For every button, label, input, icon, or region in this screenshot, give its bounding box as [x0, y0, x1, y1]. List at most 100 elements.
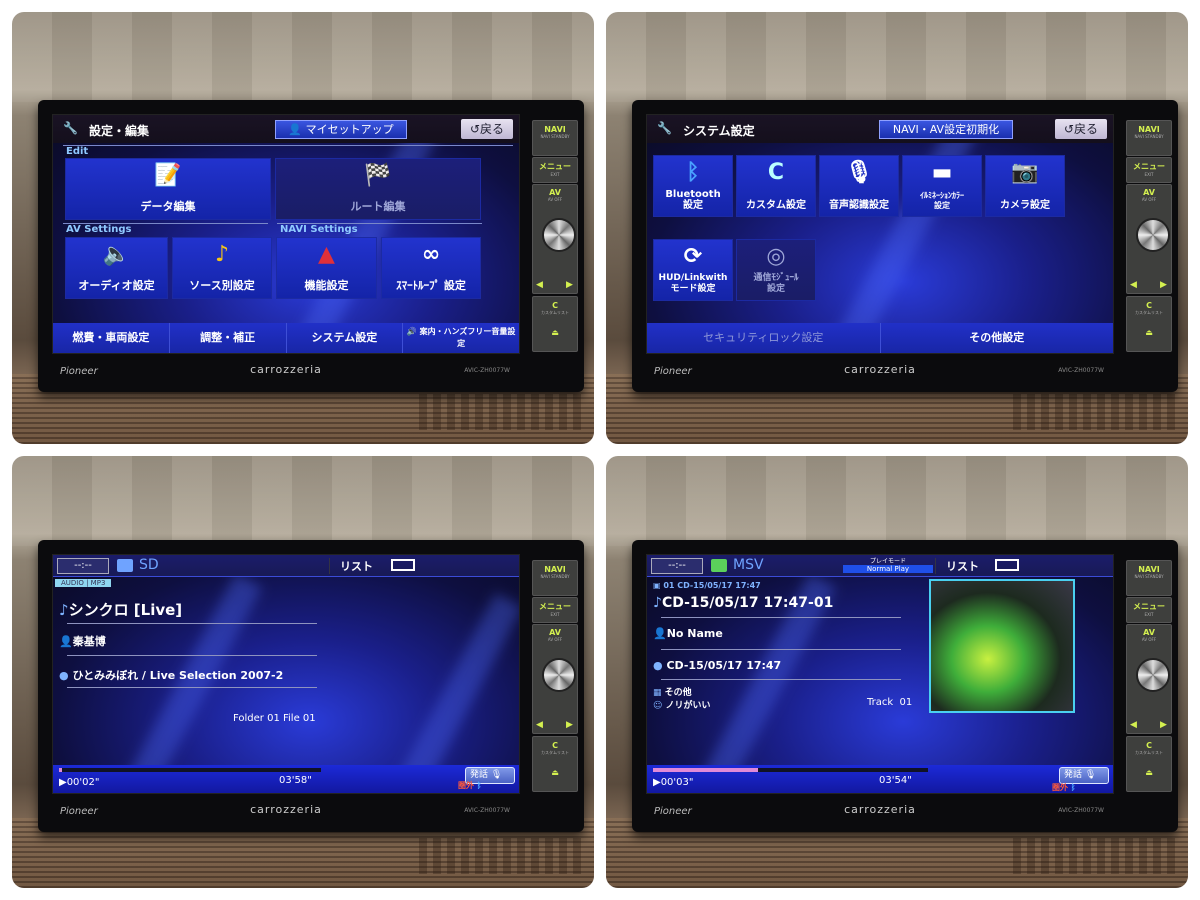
menu-system-settings[interactable]: システム設定	[287, 323, 404, 353]
section-edit: Edit	[63, 145, 513, 157]
screen-sd-playback: --:-- SD リスト AUDIO | MP3 ♪シンクロ [Live] 👤秦…	[52, 554, 520, 794]
menu-button[interactable]: メニュー EXIT	[1126, 157, 1172, 183]
eject-icon[interactable]: ⏏	[533, 768, 577, 777]
tile-function-settings[interactable]: ▲ 機能設定	[276, 237, 377, 299]
notepad-pen-icon: 📝	[154, 163, 182, 188]
screen-msv-playback: --:-- MSV プレイモード Normal Play リスト ▣ 01 CD…	[646, 554, 1114, 794]
custom-c-button[interactable]: C カスタムリスト ⏏	[532, 736, 578, 792]
eject-icon[interactable]: ⏏	[533, 328, 577, 337]
tile-route-edit[interactable]: 🏁 ルート編集	[275, 158, 481, 220]
navi-button[interactable]: NAVI NAVI STANDBY	[532, 120, 578, 156]
navi-button[interactable]: NAVI NAVI STANDBY	[1126, 120, 1172, 156]
list-button[interactable]: リスト	[329, 558, 373, 574]
model-number: AVIC-ZH0077W	[464, 807, 510, 814]
playback-bar: ▶00'02" 03'58" 発話 🎙	[53, 765, 519, 793]
tile-voice-recognition[interactable]: 🎙 音声認識設定	[819, 155, 899, 217]
play-mode-button[interactable]: プレイモード Normal Play	[843, 556, 933, 573]
brand-carrozzeria: carrozzeria	[844, 803, 916, 816]
tile-audio-settings[interactable]: 🔈 オーディオ設定	[65, 237, 168, 299]
menu-fuel-vehicle[interactable]: 燃費・車両設定	[53, 323, 170, 353]
decorative-stamp	[419, 394, 584, 430]
menu-button[interactable]: メニュー EXIT	[1126, 597, 1172, 623]
decorative-stamp	[1013, 394, 1178, 430]
back-button[interactable]: ↺戻る	[1055, 119, 1107, 139]
reset-navi-av-button[interactable]: NAVI・AV設定初期化	[879, 120, 1013, 139]
menu-adjust-correct[interactable]: 調整・補正	[170, 323, 287, 353]
right-arrow-button[interactable]: ▶	[1160, 720, 1167, 730]
menu-button[interactable]: メニュー EXIT	[532, 597, 578, 623]
speaker-icon: 🔈	[102, 242, 131, 267]
source-label: MSV	[733, 557, 764, 573]
photo-panel-sd-playback: --:-- SD リスト AUDIO | MP3 ♪シンクロ [Live] 👤秦…	[12, 456, 594, 888]
tile-hud-linkwith[interactable]: ⟳ HUD/Linkwith モード設定	[653, 239, 733, 301]
track-number: Track 01	[867, 697, 913, 708]
header: 🔧 設定・編集 👤 マイセットアップ ↺戻る	[53, 115, 519, 143]
brand-carrozzeria: carrozzeria	[844, 363, 916, 376]
tile-smartloop-settings[interactable]: ∞ ｽﾏｰﾄﾙｰﾌﾟ 設定	[381, 237, 481, 299]
disc-icon: ●	[59, 669, 73, 682]
menu-security-lock[interactable]: セキュリティロック設定	[647, 323, 881, 353]
navi-button[interactable]: NAVI NAVI STANDBY	[532, 560, 578, 596]
divider	[67, 623, 317, 624]
eject-icon[interactable]: ⏏	[1127, 768, 1171, 777]
download-icon[interactable]	[391, 559, 415, 571]
tile-data-edit[interactable]: 📝 データ編集	[65, 158, 271, 220]
eject-icon[interactable]: ⏏	[1127, 328, 1171, 337]
genre: ▦ その他	[653, 688, 692, 698]
tile-illumination-color[interactable]: ▬ ｲﾙﾐﾈｰｼｮﾝｶﾗｰ 設定	[902, 155, 982, 217]
model-number: AVIC-ZH0077W	[1058, 367, 1104, 374]
section-navi-settings: NAVI Settings	[277, 223, 482, 235]
tile-source-settings[interactable]: ♪ ソース別設定	[172, 237, 272, 299]
volume-knob[interactable]	[542, 658, 576, 692]
right-arrow-button[interactable]: ▶	[1160, 280, 1167, 290]
volume-knob[interactable]	[1136, 218, 1170, 252]
page-title: 設定・編集	[89, 124, 150, 138]
total-time: 03'54"	[879, 775, 912, 786]
left-arrow-button[interactable]: ◀	[1130, 280, 1137, 290]
decorative-stamp	[1013, 838, 1178, 874]
smile-icon: ☺	[653, 701, 666, 711]
hud-icon: ⟳	[683, 244, 703, 269]
custom-c-button[interactable]: C カスタムリスト ⏏	[1126, 296, 1172, 352]
photo-panel-msv-playback: --:-- MSV プレイモード Normal Play リスト ▣ 01 CD…	[606, 456, 1188, 888]
back-button[interactable]: ↺戻る	[461, 119, 513, 139]
back-arrow-icon: ↺	[1063, 122, 1075, 136]
progress-track[interactable]	[59, 768, 321, 772]
tile-camera-settings[interactable]: 📷 カメラ設定	[985, 155, 1065, 217]
microphone-icon: 🎙	[845, 160, 873, 185]
left-arrow-button[interactable]: ◀	[536, 720, 543, 730]
wrench-icon: 🔧	[657, 121, 672, 135]
volume-knob[interactable]	[1136, 658, 1170, 692]
smartloop-icon: ∞	[421, 242, 441, 267]
menu-button[interactable]: メニュー EXIT	[532, 157, 578, 183]
volume-icon: 🔊	[406, 327, 420, 336]
download-icon[interactable]	[995, 559, 1019, 571]
navi-button[interactable]: NAVI NAVI STANDBY	[1126, 560, 1172, 596]
right-arrow-button[interactable]: ▶	[566, 720, 573, 730]
list-button[interactable]: リスト	[935, 558, 979, 574]
page-title: システム設定	[683, 124, 755, 138]
bezel-bottom: Pioneer carrozzeria AVIC-ZH0077W	[52, 798, 520, 828]
progress-track[interactable]	[653, 768, 928, 772]
custom-c-button[interactable]: C カスタムリスト ⏏	[1126, 736, 1172, 792]
custom-c-button[interactable]: C カスタムリスト ⏏	[532, 296, 578, 352]
tile-custom-settings[interactable]: C カスタム設定	[736, 155, 816, 217]
tile-comm-module[interactable]: ◎ 通信ﾓｼﾞｭｰﾙ 設定	[736, 239, 816, 301]
left-arrow-button[interactable]: ◀	[1130, 720, 1137, 730]
menu-other-settings[interactable]: その他設定	[881, 323, 1114, 353]
background-streak	[373, 593, 519, 793]
artist: 👤No Name	[653, 627, 723, 640]
disc-icon: ●	[653, 659, 667, 672]
wrench-icon: 🔧	[63, 121, 78, 135]
my-setup-button[interactable]: 👤 マイセットアップ	[275, 120, 407, 139]
side-controls: NAVI NAVI STANDBY メニュー EXIT AV AV OFF ◀ ▶ C…	[1126, 120, 1172, 352]
right-arrow-button[interactable]: ▶	[566, 280, 573, 290]
person-icon: 👤	[59, 635, 73, 648]
tile-bluetooth-settings[interactable]: ᛒ Bluetooth 設定	[653, 155, 733, 217]
brand-carrozzeria: carrozzeria	[250, 803, 322, 816]
background-streak	[837, 115, 987, 347]
left-arrow-button[interactable]: ◀	[536, 280, 543, 290]
camera-icon: 📷	[1011, 160, 1039, 185]
volume-knob[interactable]	[542, 218, 576, 252]
menu-guidance-volume[interactable]: 🔊 案内・ハンズフリー音量設定	[403, 323, 519, 353]
